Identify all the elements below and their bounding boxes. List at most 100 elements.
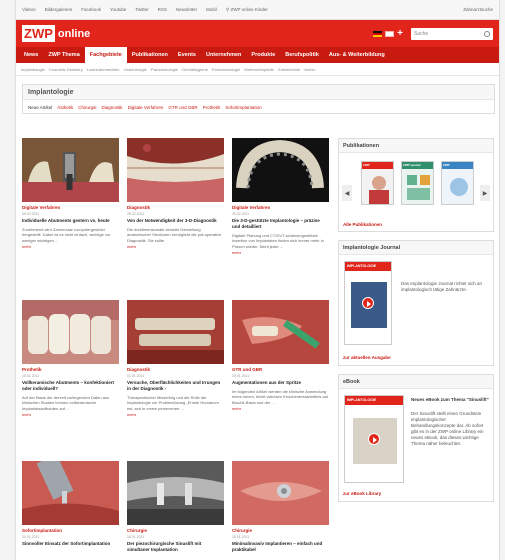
- journal-cover[interactable]: IMPLANTOLOGIE: [344, 261, 392, 345]
- filter-neue-artikel[interactable]: Neue Artikel: [28, 105, 52, 110]
- article-title[interactable]: Augmentationen aus der Spritze: [232, 380, 329, 386]
- nav-events[interactable]: Events: [173, 47, 201, 63]
- article-title[interactable]: Sinnvoller Einsatz der Sofortimplantatio…: [22, 541, 119, 547]
- article-image[interactable]: [22, 300, 119, 364]
- article-image[interactable]: [127, 461, 224, 525]
- all-publications-link[interactable]: Alle Publikationen: [339, 222, 382, 227]
- subnav-oralchirurgie[interactable]: Oralchirurgie: [124, 67, 147, 72]
- article-card[interactable]: Chirurgie 18.01.2011 Der piezochirurgisc…: [127, 461, 224, 553]
- article-card[interactable]: Sofortimplantation 20.01.2011 Sinnvoller…: [22, 461, 119, 547]
- article-image[interactable]: [127, 138, 224, 202]
- article-category[interactable]: GTR und GBR: [232, 367, 329, 372]
- publication-cover[interactable]: ZWP spezial: [401, 161, 434, 205]
- article-category[interactable]: Diagnostik: [127, 205, 224, 210]
- publication-cover[interactable]: ZWP: [441, 161, 474, 205]
- article-category[interactable]: Chirurgie: [127, 528, 224, 533]
- article-title[interactable]: Vollkeramische Abutments – konfektionier…: [22, 380, 119, 392]
- article-image[interactable]: [22, 461, 119, 525]
- filter-sofortimplantation[interactable]: Sofortimplantation: [225, 105, 261, 110]
- filter-diagnostik[interactable]: Diagnostik: [102, 105, 123, 110]
- subnav-laserzahnmedizin[interactable]: Laserzahnmedizin: [87, 67, 119, 72]
- search-input[interactable]: Suche: [411, 27, 493, 40]
- subnav-endodontologie[interactable]: Endodontologie: [212, 67, 240, 72]
- article-image[interactable]: [232, 300, 329, 364]
- filter-digitale-verfahren[interactable]: Digitale Verfahren: [128, 105, 164, 110]
- article-category[interactable]: Digitale Verfahren: [22, 205, 119, 210]
- nav-fachgebiete[interactable]: Fachgebiete: [84, 47, 127, 63]
- topbar-link-videos[interactable]: Videos: [22, 7, 36, 12]
- topbar-link-rss[interactable]: RSS: [158, 7, 167, 12]
- article-category[interactable]: Digitale Verfahren: [232, 205, 329, 210]
- article-card[interactable]: Chirurgie 18.01.2011 Minimalinvasiv Impl…: [232, 461, 329, 553]
- article-more-link[interactable]: mehr: [127, 412, 224, 417]
- subnav-archiv[interactable]: Archiv: [304, 67, 315, 72]
- carousel-next-button[interactable]: ▶: [480, 185, 490, 201]
- topbar-link-dentist-search[interactable]: Zahnarztsuche: [463, 7, 493, 12]
- article-card[interactable]: Diagnostik 01.01.2011 Versuche, Oberfläc…: [127, 300, 224, 417]
- nav-berufspolitik[interactable]: Berufspolitik: [280, 47, 324, 63]
- topbar-link-twitter[interactable]: Twitter: [135, 7, 148, 12]
- article-title[interactable]: Von der Notwendigkeit der 3-D-Diagnostik: [127, 218, 224, 224]
- nav-produkte[interactable]: Produkte: [246, 47, 280, 63]
- subnav-dentalhygiene[interactable]: Dentalhygiene: [182, 67, 208, 72]
- topbar-link-galleries[interactable]: Bildergalerien: [45, 7, 73, 12]
- topbar-link-youtube[interactable]: Youtube: [110, 7, 126, 12]
- nav-news[interactable]: News: [19, 47, 43, 63]
- topbar-link-mobile[interactable]: Mobil: [206, 7, 217, 12]
- filter-chirurgie[interactable]: Chirurgie: [78, 105, 96, 110]
- article-more-link[interactable]: mehr: [127, 244, 224, 249]
- article-title[interactable]: Versuche, Oberflächlichkeiten und Irrung…: [127, 380, 224, 392]
- article-more-link[interactable]: mehr: [22, 244, 119, 249]
- article-date: 25.02.2011: [232, 212, 250, 216]
- nav-zwp-thema[interactable]: ZWP Thema: [43, 47, 84, 63]
- topbar-link-facebook[interactable]: Facebook: [81, 7, 101, 12]
- nav-unternehmen[interactable]: Unternehmen: [201, 47, 246, 63]
- article-card[interactable]: Digitale Verfahren 05.02.2011 Individuel…: [22, 138, 119, 249]
- german-flag-icon[interactable]: [373, 30, 383, 37]
- subnav-kieferorthopaedie[interactable]: Kieferorthopädie: [244, 67, 273, 72]
- publication-cover[interactable]: ZWP: [361, 161, 394, 205]
- article-title[interactable]: Die 3-D-gestützte Implantologie – präzis…: [232, 218, 329, 230]
- article-title[interactable]: Individuelle Abutments gestern vs. heute: [22, 218, 119, 224]
- article-image[interactable]: [232, 461, 329, 525]
- current-issue-link[interactable]: zur aktuellen Ausgabe: [339, 355, 391, 360]
- subnav-cosmetic-dentistry[interactable]: Cosmetic Dentistry: [49, 67, 83, 72]
- play-icon[interactable]: [368, 433, 380, 445]
- article-card[interactable]: GTR und GBR 20.01.2011 Augmentationen au…: [232, 300, 329, 411]
- plus-icon[interactable]: +: [397, 28, 403, 39]
- article-card[interactable]: Prothetik 15.02.2011 Vollkeramische Abut…: [22, 300, 119, 417]
- article-category[interactable]: Chirurgie: [232, 528, 329, 533]
- play-icon[interactable]: [362, 297, 374, 309]
- topbar-link-newsletter[interactable]: Newsletter: [176, 7, 197, 12]
- article-image[interactable]: [232, 138, 329, 202]
- filter-gtr-gbr[interactable]: GTR und GBR: [168, 105, 197, 110]
- topbar-link-kinder[interactable]: ⚲ ZWP online Kinder: [226, 7, 268, 13]
- subnav-implantologie[interactable]: Implantologie: [21, 67, 45, 72]
- nav-publikationen[interactable]: Publikationen: [127, 47, 173, 63]
- subnav-zahntechnik[interactable]: Zahntechnik: [278, 67, 300, 72]
- english-flag-icon[interactable]: [385, 30, 395, 37]
- article-category[interactable]: Sofortimplantation: [22, 528, 119, 533]
- article-image[interactable]: [127, 300, 224, 364]
- search-icon[interactable]: [484, 30, 490, 37]
- article-card[interactable]: Digitale Verfahren 25.02.2011 Die 3-D-ge…: [232, 138, 329, 255]
- filter-prothetik[interactable]: Prothetik: [203, 105, 221, 110]
- nav-aus-weiterbildung[interactable]: Aus- & Weiterbildung: [324, 47, 390, 63]
- article-category[interactable]: Diagnostik: [127, 367, 224, 372]
- article-category[interactable]: Prothetik: [22, 367, 119, 372]
- article-more-link[interactable]: mehr: [232, 250, 329, 255]
- ebook-library-link[interactable]: zur eBook Library: [339, 491, 381, 496]
- article-date: 05.02.2011: [22, 212, 40, 216]
- article-title[interactable]: Der piezochirurgische Sinuslift mit simu…: [127, 541, 224, 553]
- article-more-link[interactable]: mehr: [22, 412, 119, 417]
- article-more-link[interactable]: mehr: [232, 406, 329, 411]
- article-date: 01.01.2011: [127, 374, 145, 378]
- filter-aesthetik[interactable]: Ästhetik: [57, 105, 73, 110]
- zwp-online-logo[interactable]: ZWP online: [22, 25, 90, 42]
- subnav-parodontologie[interactable]: Parodontologie: [151, 67, 178, 72]
- article-title[interactable]: Minimalinvasiv Implantieren – einfach un…: [232, 541, 329, 553]
- article-card[interactable]: Diagnostik 28.02.2011 Von der Notwendigk…: [127, 138, 224, 249]
- ebook-cover[interactable]: IMPLANTOLOGIE: [344, 395, 404, 483]
- article-image[interactable]: [22, 138, 119, 202]
- carousel-prev-button[interactable]: ◀: [342, 185, 352, 201]
